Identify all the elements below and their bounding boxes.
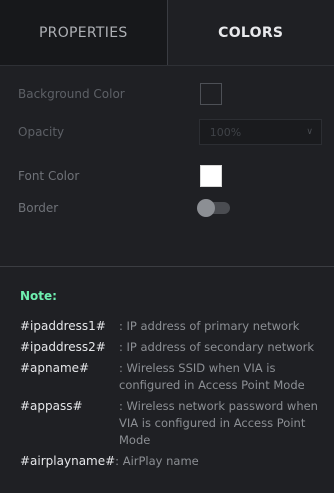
divider: [0, 266, 334, 267]
font-color-label: Font Color: [18, 169, 80, 183]
background-color-label: Background Color: [18, 87, 125, 101]
note-title: Note:: [20, 289, 57, 303]
note-list: #ipaddress1# : IP address of primary net…: [20, 318, 328, 474]
border-label: Border: [18, 201, 59, 215]
note-key: #ipaddress1#: [20, 319, 106, 333]
chevron-down-icon: ∨: [306, 127, 313, 137]
note-item-ipaddress1: #ipaddress1# : IP address of primary net…: [20, 318, 328, 335]
opacity-label: Opacity: [18, 125, 65, 139]
note-item-ipaddress2: #ipaddress2# : IP address of secondary n…: [20, 339, 328, 356]
note-key: #ipaddress2#: [20, 340, 106, 354]
note-key: #apname#: [20, 361, 90, 375]
border-toggle[interactable]: [197, 199, 230, 217]
note-key: #airplayname#: [20, 454, 116, 468]
opacity-select[interactable]: 100% ∨: [198, 119, 322, 145]
note-item-appass: #appass# : Wireless network password whe…: [20, 398, 328, 449]
background-color-swatch[interactable]: [200, 83, 222, 105]
font-color-swatch[interactable]: [200, 165, 222, 187]
colors-panel: PROPERTIES COLORS Background Color Opaci…: [0, 0, 334, 493]
opacity-row: Opacity 100% ∨: [18, 117, 322, 147]
border-row: Border: [18, 193, 322, 223]
note-desc: : Wireless network password when VIA is …: [119, 399, 318, 447]
note-desc: : IP address of primary network: [119, 319, 300, 333]
tab-bar: PROPERTIES COLORS: [0, 0, 334, 66]
note-key: #appass#: [20, 399, 83, 413]
note-desc: : AirPlay name: [115, 454, 199, 468]
opacity-value: 100%: [209, 125, 242, 139]
font-color-row: Font Color: [18, 161, 322, 191]
background-color-row: Background Color: [18, 79, 322, 109]
note-desc: : IP address of secondary network: [119, 340, 315, 354]
toggle-knob: [197, 199, 215, 217]
note-desc: : Wireless SSID when VIA is configured i…: [119, 361, 305, 392]
tab-properties[interactable]: PROPERTIES: [0, 0, 168, 65]
note-item-airplayname: #airplayname# : AirPlay name: [20, 453, 328, 470]
note-item-apname: #apname# : Wireless SSID when VIA is con…: [20, 360, 328, 394]
tab-colors[interactable]: COLORS: [167, 0, 334, 65]
